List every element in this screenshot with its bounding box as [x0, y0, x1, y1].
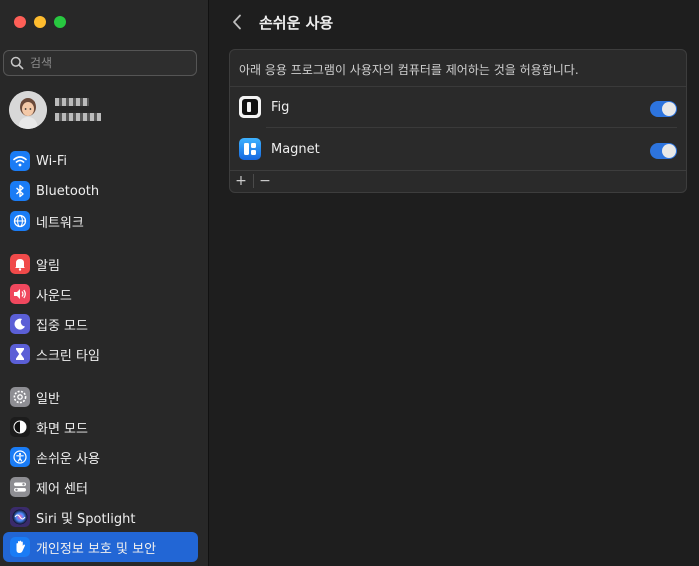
header: 손쉬운 사용	[227, 10, 333, 34]
app-name: Magnet	[271, 141, 320, 157]
magnet-toggle[interactable]	[650, 143, 677, 159]
chevron-left-icon	[233, 14, 241, 30]
sidebar-item-label: 제어 센터	[36, 481, 88, 497]
sidebar-item-siri[interactable]: Siri 및 Spotlight	[3, 502, 198, 532]
close-button[interactable]	[14, 16, 26, 28]
sidebar-item-label: Siri 및 Spotlight	[36, 511, 136, 527]
sidebar-item-control-center[interactable]: 제어 센터	[3, 472, 198, 502]
sidebar-item-bell[interactable]: 알림	[3, 249, 198, 279]
sidebar-item-speaker[interactable]: 사운드	[3, 279, 198, 309]
sidebar-item-label: 일반	[36, 391, 60, 407]
sidebar-item-label: 손쉬운 사용	[36, 451, 100, 467]
profile[interactable]	[9, 91, 101, 129]
globe-icon	[10, 211, 30, 231]
sidebar-item-accessibility[interactable]: 손쉬운 사용	[3, 442, 198, 472]
app-name: Fig	[271, 99, 290, 115]
panel-description: 아래 응용 프로그램이 사용자의 컴퓨터를 제어하는 것을 허용합니다.	[239, 63, 579, 77]
moon-icon	[10, 314, 30, 334]
divider	[266, 127, 677, 128]
minimize-button[interactable]	[34, 16, 46, 28]
magnet-icon	[239, 138, 261, 160]
bluetooth-icon	[10, 181, 30, 201]
wifi-icon	[10, 151, 30, 171]
sidebar-item-moon[interactable]: 집중 모드	[3, 309, 198, 339]
back-button[interactable]	[227, 10, 247, 34]
fig-icon	[239, 96, 261, 118]
divider	[230, 86, 686, 87]
sidebar-item-wifi[interactable]: Wi-Fi	[3, 146, 198, 176]
hourglass-icon	[10, 344, 30, 364]
app-row-magnet: Magnet	[239, 136, 320, 162]
search-icon	[10, 56, 24, 70]
page-title: 손쉬운 사용	[259, 13, 334, 32]
fig-toggle[interactable]	[650, 101, 677, 117]
sidebar-item-globe[interactable]: 네트워크	[3, 206, 198, 236]
control-center-icon	[10, 477, 30, 497]
remove-button[interactable]: −	[254, 171, 276, 191]
app-row-fig: Fig	[239, 94, 289, 120]
speaker-icon	[10, 284, 30, 304]
sidebar-item-label: Wi-Fi	[36, 153, 68, 169]
sidebar-item-label: 네트워크	[36, 215, 84, 231]
sidebar-item-label: 개인정보 보호 및 보안	[36, 541, 157, 557]
sidebar-item-label: 스크린 타임	[36, 348, 100, 364]
search-input[interactable]	[28, 55, 192, 71]
hand-icon	[10, 537, 30, 557]
appearance-icon	[10, 417, 30, 437]
gear-icon	[10, 387, 30, 407]
sidebar-item-appearance[interactable]: 화면 모드	[3, 412, 198, 442]
accessibility-icon	[10, 447, 30, 467]
siri-icon	[10, 507, 30, 527]
add-button[interactable]: +	[230, 171, 252, 191]
search-field[interactable]	[3, 50, 197, 76]
avatar	[9, 91, 47, 129]
sidebar-item-gear[interactable]: 일반	[3, 382, 198, 412]
bell-icon	[10, 254, 30, 274]
window-controls	[14, 16, 66, 28]
sidebar: Wi-Fi Bluetooth 네트워크알림사운드집중 모드스크린 타임일반화면 모…	[0, 0, 209, 566]
sidebar-item-bluetooth[interactable]: Bluetooth	[3, 176, 198, 206]
sidebar-item-label: Bluetooth	[36, 183, 100, 199]
apps-panel: 아래 응용 프로그램이 사용자의 컴퓨터를 제어하는 것을 허용합니다. Fig	[229, 49, 687, 193]
main-pane: 손쉬운 사용 아래 응용 프로그램이 사용자의 컴퓨터를 제어하는 것을 허용합…	[209, 0, 699, 566]
list-footer: + −	[230, 170, 686, 192]
sidebar-item-label: 사운드	[36, 288, 72, 304]
sidebar-item-label: 화면 모드	[36, 421, 88, 437]
sidebar-item-hand[interactable]: 개인정보 보호 및 보안	[3, 532, 198, 562]
sidebar-item-label: 집중 모드	[36, 318, 88, 334]
profile-name	[55, 95, 101, 125]
sidebar-item-hourglass[interactable]: 스크린 타임	[3, 339, 198, 369]
zoom-button[interactable]	[54, 16, 66, 28]
sidebar-item-label: 알림	[36, 258, 60, 274]
